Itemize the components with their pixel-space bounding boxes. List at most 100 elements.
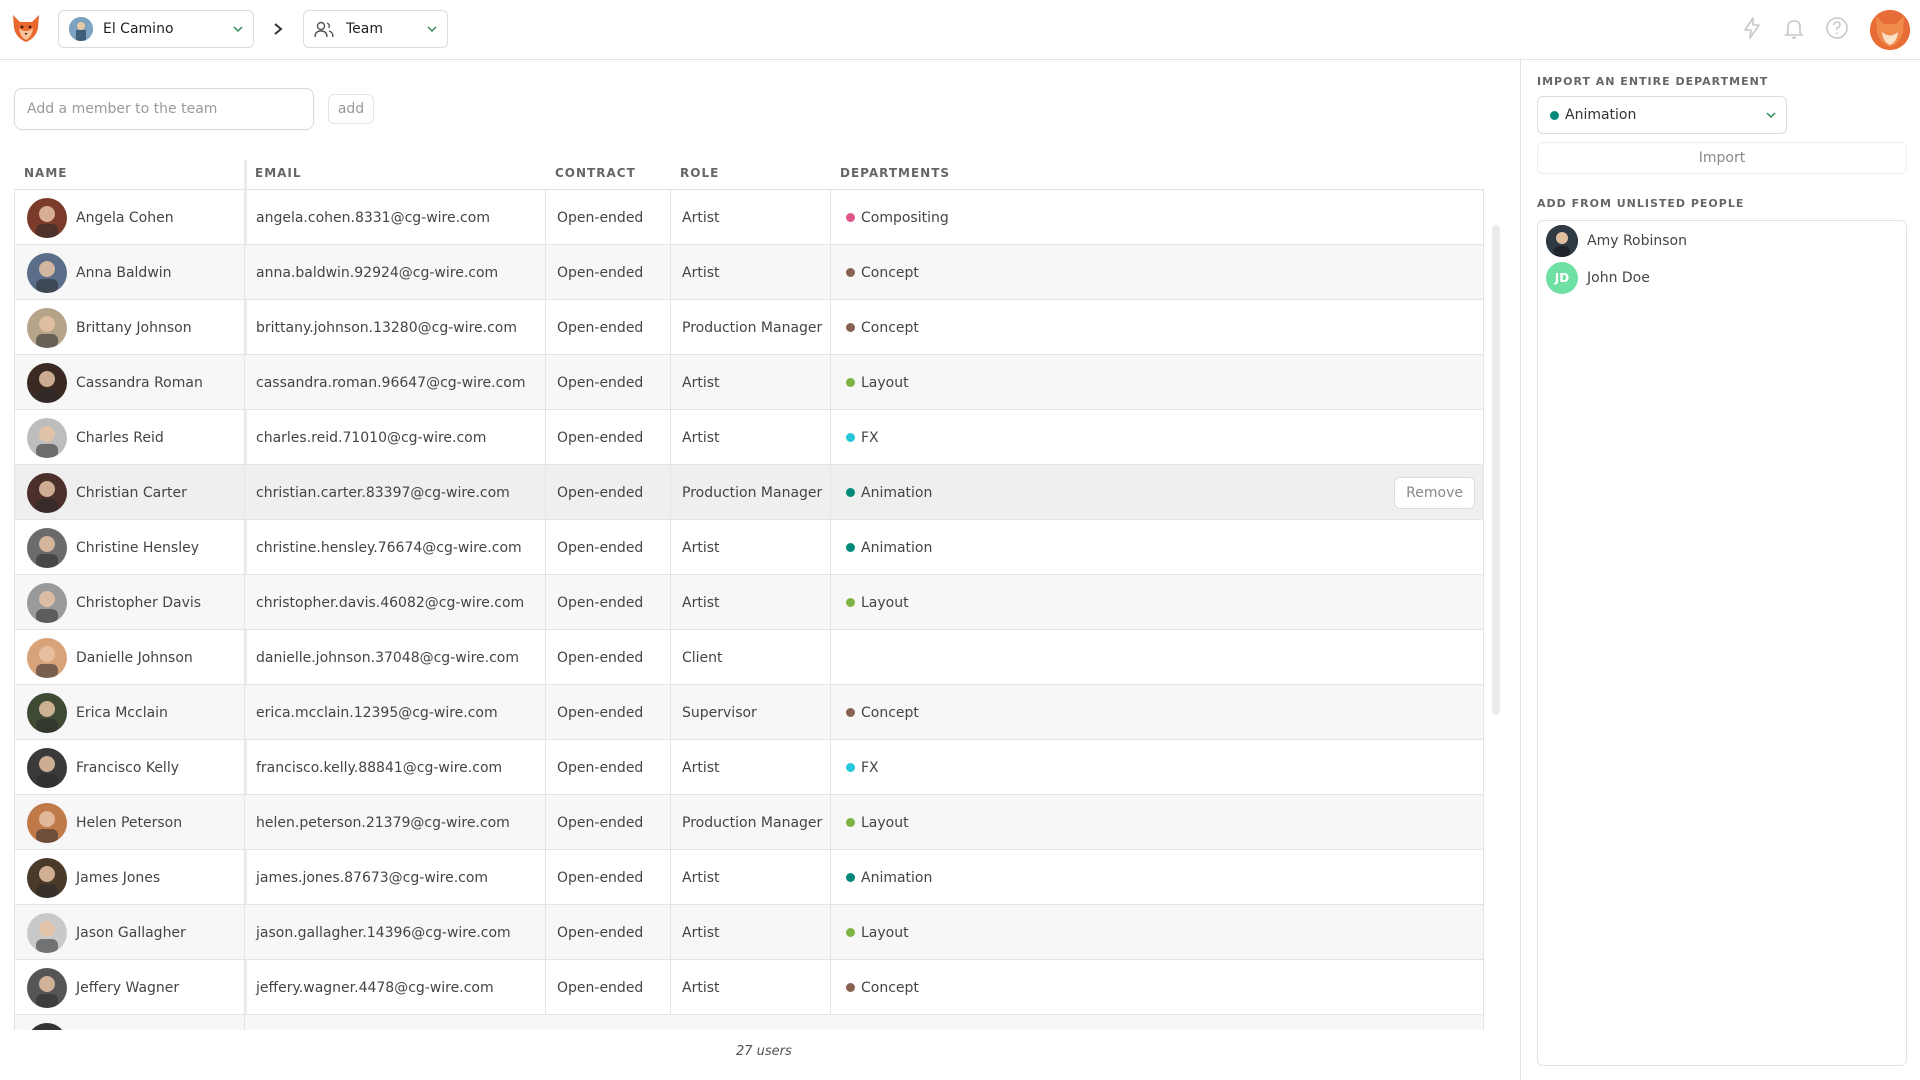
bell-icon[interactable] bbox=[1782, 16, 1806, 40]
name-cell[interactable]: Erica Mcclain bbox=[15, 685, 245, 740]
email-cell: christine.hensley.76674@cg-wire.com bbox=[245, 520, 546, 575]
avatar[interactable] bbox=[27, 692, 67, 733]
avatar[interactable] bbox=[27, 802, 67, 843]
department-cell: Layout bbox=[831, 355, 1381, 410]
column-header-name[interactable]: NAME bbox=[24, 166, 67, 180]
unlisted-person[interactable]: Amy Robinson bbox=[1546, 225, 1687, 257]
person-name[interactable]: Jeffery Wagner bbox=[76, 980, 179, 996]
production-thumbnail bbox=[69, 17, 93, 41]
person-email: christian.carter.83397@cg-wire.com bbox=[256, 484, 510, 501]
name-cell[interactable]: Christopher Davis bbox=[15, 575, 245, 630]
avatar[interactable] bbox=[27, 1022, 67, 1030]
person-email: erica.mcclain.12395@cg-wire.com bbox=[256, 704, 498, 721]
table-row[interactable]: Cassandra Roman cassandra.roman.96647@cg… bbox=[14, 355, 1484, 410]
contract-cell: Open-ended bbox=[546, 245, 671, 300]
person-contract: Open-ended bbox=[557, 814, 644, 831]
name-cell[interactable] bbox=[15, 1015, 245, 1030]
table-row[interactable] bbox=[14, 1015, 1484, 1030]
avatar[interactable] bbox=[27, 307, 67, 348]
department-color-dot bbox=[846, 598, 855, 607]
role-cell: Artist bbox=[671, 355, 831, 410]
name-cell[interactable]: Danielle Johnson bbox=[15, 630, 245, 685]
avatar[interactable] bbox=[27, 637, 67, 678]
table-row[interactable]: Charles Reid charles.reid.71010@cg-wire.… bbox=[14, 410, 1484, 465]
table-row[interactable]: Christine Hensley christine.hensley.7667… bbox=[14, 520, 1484, 575]
table-row[interactable]: Francisco Kelly francisco.kelly.88841@cg… bbox=[14, 740, 1484, 795]
table-row[interactable]: Danielle Johnson danielle.johnson.37048@… bbox=[14, 630, 1484, 685]
avatar[interactable] bbox=[27, 472, 67, 513]
production-select[interactable]: El Camino bbox=[58, 10, 254, 48]
role-cell: Client bbox=[671, 630, 831, 685]
import-button[interactable]: Import bbox=[1537, 142, 1907, 174]
table-row[interactable]: Anna Baldwin anna.baldwin.92924@cg-wire.… bbox=[14, 245, 1484, 300]
table-row[interactable]: Jason Gallagher jason.gallagher.14396@cg… bbox=[14, 905, 1484, 960]
avatar-initials: JD bbox=[1554, 271, 1570, 285]
department-tag: Layout bbox=[861, 374, 909, 391]
contract-cell: Open-ended bbox=[546, 905, 671, 960]
person-name[interactable]: Charles Reid bbox=[76, 430, 164, 446]
table-row[interactable]: Brittany Johnson brittany.johnson.13280@… bbox=[14, 300, 1484, 355]
avatar[interactable] bbox=[27, 747, 67, 788]
person-name[interactable]: Anna Baldwin bbox=[76, 265, 172, 281]
name-cell[interactable]: Francisco Kelly bbox=[15, 740, 245, 795]
name-cell[interactable]: Christian Carter bbox=[15, 465, 245, 520]
name-cell[interactable]: Brittany Johnson bbox=[15, 300, 245, 355]
unlisted-person-name[interactable]: Amy Robinson bbox=[1587, 233, 1687, 249]
name-cell[interactable]: Jason Gallagher bbox=[15, 905, 245, 960]
column-header-email[interactable]: EMAIL bbox=[255, 166, 302, 180]
avatar[interactable] bbox=[27, 197, 67, 238]
avatar[interactable] bbox=[27, 362, 67, 403]
name-cell[interactable]: Cassandra Roman bbox=[15, 355, 245, 410]
table-row[interactable]: Christopher Davis christopher.davis.4608… bbox=[14, 575, 1484, 630]
table-scrollbar[interactable] bbox=[1492, 225, 1500, 715]
user-avatar[interactable] bbox=[1870, 10, 1910, 50]
person-name[interactable]: Francisco Kelly bbox=[76, 760, 179, 776]
person-name[interactable]: Angela Cohen bbox=[76, 210, 174, 226]
avatar[interactable] bbox=[27, 582, 67, 623]
unlisted-person[interactable]: JD John Doe bbox=[1546, 262, 1650, 294]
name-cell[interactable]: Helen Peterson bbox=[15, 795, 245, 850]
lightning-icon[interactable] bbox=[1740, 16, 1764, 40]
name-cell[interactable]: Angela Cohen bbox=[15, 190, 245, 245]
person-contract: Open-ended bbox=[557, 759, 644, 776]
kitsu-fox-logo[interactable] bbox=[10, 12, 42, 44]
avatar[interactable] bbox=[27, 417, 67, 458]
person-name[interactable]: Erica Mcclain bbox=[76, 705, 168, 721]
section-select[interactable]: Team bbox=[303, 10, 448, 48]
name-cell[interactable]: Jeffery Wagner bbox=[15, 960, 245, 1015]
table-row[interactable]: James Jones james.jones.87673@cg-wire.co… bbox=[14, 850, 1484, 905]
table-row[interactable]: Helen Peterson helen.peterson.21379@cg-w… bbox=[14, 795, 1484, 850]
name-cell[interactable]: Christine Hensley bbox=[15, 520, 245, 575]
table-row[interactable]: Erica Mcclain erica.mcclain.12395@cg-wir… bbox=[14, 685, 1484, 740]
remove-member-button[interactable]: Remove bbox=[1394, 477, 1475, 509]
table-row[interactable]: Christian Carter christian.carter.83397@… bbox=[14, 465, 1484, 520]
name-cell[interactable]: James Jones bbox=[15, 850, 245, 905]
person-name[interactable]: Helen Peterson bbox=[76, 815, 182, 831]
table-row[interactable]: Jeffery Wagner jeffery.wagner.4478@cg-wi… bbox=[14, 960, 1484, 1015]
person-name[interactable]: James Jones bbox=[76, 870, 160, 886]
person-role: Artist bbox=[682, 924, 720, 941]
unlisted-person-name[interactable]: John Doe bbox=[1587, 270, 1650, 286]
person-name[interactable]: Christian Carter bbox=[76, 485, 187, 501]
department-select[interactable]: Animation bbox=[1537, 96, 1787, 134]
table-row[interactable]: Angela Cohen angela.cohen.8331@cg-wire.c… bbox=[14, 190, 1484, 245]
name-cell[interactable]: Charles Reid bbox=[15, 410, 245, 465]
add-member-input[interactable] bbox=[14, 88, 314, 130]
add-member-button[interactable]: add bbox=[328, 94, 374, 124]
avatar[interactable] bbox=[27, 252, 67, 293]
name-cell[interactable]: Anna Baldwin bbox=[15, 245, 245, 300]
person-name[interactable]: Jason Gallagher bbox=[76, 925, 186, 941]
person-name[interactable]: Christine Hensley bbox=[76, 540, 199, 556]
person-name[interactable]: Cassandra Roman bbox=[76, 375, 203, 391]
column-header-contract[interactable]: CONTRACT bbox=[555, 166, 636, 180]
person-name[interactable]: Christopher Davis bbox=[76, 595, 201, 611]
person-name[interactable]: Brittany Johnson bbox=[76, 320, 192, 336]
help-icon[interactable] bbox=[1825, 16, 1849, 40]
avatar[interactable] bbox=[27, 967, 67, 1008]
column-header-role[interactable]: ROLE bbox=[680, 166, 719, 180]
avatar[interactable] bbox=[27, 912, 67, 953]
avatar[interactable] bbox=[27, 527, 67, 568]
avatar[interactable] bbox=[27, 857, 67, 898]
person-name[interactable]: Danielle Johnson bbox=[76, 650, 193, 666]
column-header-departments[interactable]: DEPARTMENTS bbox=[840, 166, 950, 180]
